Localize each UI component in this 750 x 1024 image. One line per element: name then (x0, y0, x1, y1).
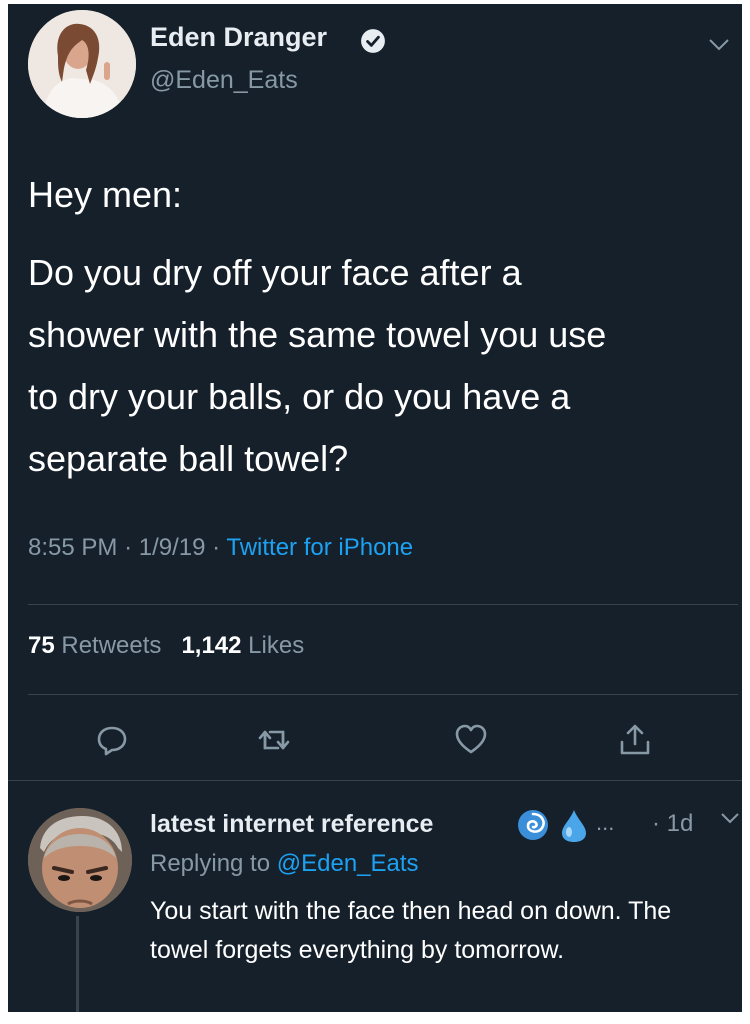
divider (8, 780, 742, 781)
tweet-stats: 75 Retweets 1,142 Likes (28, 632, 304, 660)
chevron-down-icon[interactable] (720, 812, 740, 825)
tweet-source-link[interactable]: Twitter for iPhone (226, 534, 413, 561)
tweet-meta: 8:55 PM · 1/9/19 · Twitter for iPhone (28, 534, 413, 562)
retweet-icon[interactable] (256, 722, 292, 758)
author-handle[interactable]: @Eden_Eats (150, 66, 298, 95)
replying-to-prefix: Replying to (150, 850, 271, 877)
tweet-date: 1/9/19 (138, 534, 206, 561)
tweet-intro: Hey men: (28, 174, 183, 215)
like-count: 1,142 (181, 632, 242, 659)
tweet-screenshot: Eden Dranger @Eden_Eats Hey men: Do you … (8, 4, 742, 1012)
cyclone-emoji-icon (518, 810, 548, 840)
retweet-count: 75 (28, 632, 55, 659)
author-avatar[interactable] (28, 10, 136, 118)
reply-author-name[interactable]: latest internet reference (150, 810, 433, 839)
reply-name-overflow: ... (596, 810, 615, 835)
tweet-time: 8:55 PM (28, 534, 118, 561)
divider (28, 604, 738, 605)
chevron-down-icon[interactable] (708, 38, 730, 52)
verified-badge-icon (361, 29, 385, 53)
heart-icon[interactable] (453, 722, 489, 758)
separator-dot: · (212, 534, 227, 561)
reply-age[interactable]: · 1d (652, 810, 693, 838)
share-icon[interactable] (617, 722, 653, 758)
thread-line (76, 916, 79, 1012)
author-name[interactable]: Eden Dranger (150, 22, 327, 53)
replying-to-mention[interactable]: @Eden_Eats (277, 850, 419, 877)
reply-bubble-icon[interactable] (94, 722, 130, 758)
droplet-emoji-icon (562, 810, 586, 842)
tweet-body-line: separate ball towel? (28, 438, 349, 479)
likes-label: Likes (248, 632, 305, 659)
replying-to-line: Replying to @Eden_Eats (150, 850, 419, 878)
retweets-label: Retweets (61, 632, 162, 659)
reply-author-avatar[interactable] (28, 808, 132, 912)
likes-stat[interactable]: 1,142 Likes (181, 632, 304, 659)
retweets-stat[interactable]: 75 Retweets (28, 632, 161, 659)
separator-dot: · (124, 534, 139, 561)
tweet-body-line: Do you dry off your face after a (28, 252, 522, 293)
tweet-body: Do you dry off your face after a shower … (28, 242, 606, 490)
tweet-body-line: shower with the same towel you use (28, 314, 607, 355)
tweet-body-line: to dry your balls, or do you have a (28, 376, 571, 417)
divider (28, 694, 738, 695)
reply-text: You start with the face then head on dow… (150, 897, 672, 964)
